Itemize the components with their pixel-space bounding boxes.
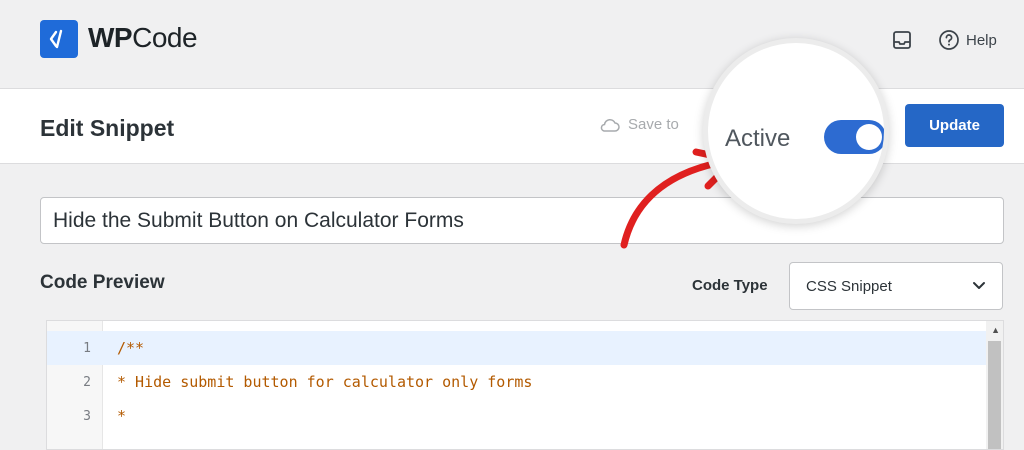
code-preview-label: Code Preview	[40, 272, 165, 293]
save-to-label: Save to	[628, 116, 679, 133]
update-button[interactable]: Update	[905, 104, 1004, 147]
code-text: *	[117, 407, 127, 425]
code-text: /**	[117, 339, 145, 357]
inbox-icon[interactable]	[890, 28, 914, 52]
brand-name: WPCode	[88, 22, 198, 54]
code-type-select[interactable]: CSS Snippet	[789, 262, 1003, 310]
page-title: Edit Snippet	[40, 115, 175, 141]
code-text: * Hide submit button for calculator only…	[117, 373, 533, 391]
line-number: 1	[83, 340, 91, 356]
save-to-library-button[interactable]: Save to	[598, 116, 679, 133]
code-editor[interactable]: 1 /** 2 * Hide submit button for calcula…	[46, 320, 1004, 450]
cloud-icon	[600, 118, 620, 132]
magnifier-callout: Active	[703, 38, 889, 224]
code-line: 3 *	[47, 399, 1003, 433]
code-line: 2 * Hide submit button for calculator on…	[47, 365, 1003, 399]
help-label: Help	[966, 31, 997, 49]
help-circle-icon	[939, 30, 959, 50]
code-type-label: Code Type	[692, 277, 768, 294]
scroll-up-arrow-icon[interactable]: ▲	[991, 325, 1000, 335]
active-toggle[interactable]	[824, 120, 884, 154]
line-number: 2	[83, 374, 91, 390]
brand-name-bold: WP	[88, 22, 133, 53]
wpcode-logo-icon[interactable]	[40, 20, 78, 58]
brand-name-regular: Code	[132, 22, 198, 53]
chevron-down-icon	[973, 282, 985, 289]
line-number: 3	[83, 408, 91, 424]
snippet-title-input[interactable]: Hide the Submit Button on Calculator For…	[40, 197, 1004, 244]
active-label: Active	[725, 125, 791, 152]
code-line: 1 /**	[47, 331, 1003, 365]
editor-scrollbar[interactable]: ▲	[986, 321, 1003, 449]
toggle-knob	[856, 124, 882, 150]
code-type-value: CSS Snippet	[806, 277, 892, 295]
help-link[interactable]: Help	[938, 28, 997, 52]
scrollbar-thumb[interactable]	[988, 341, 1001, 449]
